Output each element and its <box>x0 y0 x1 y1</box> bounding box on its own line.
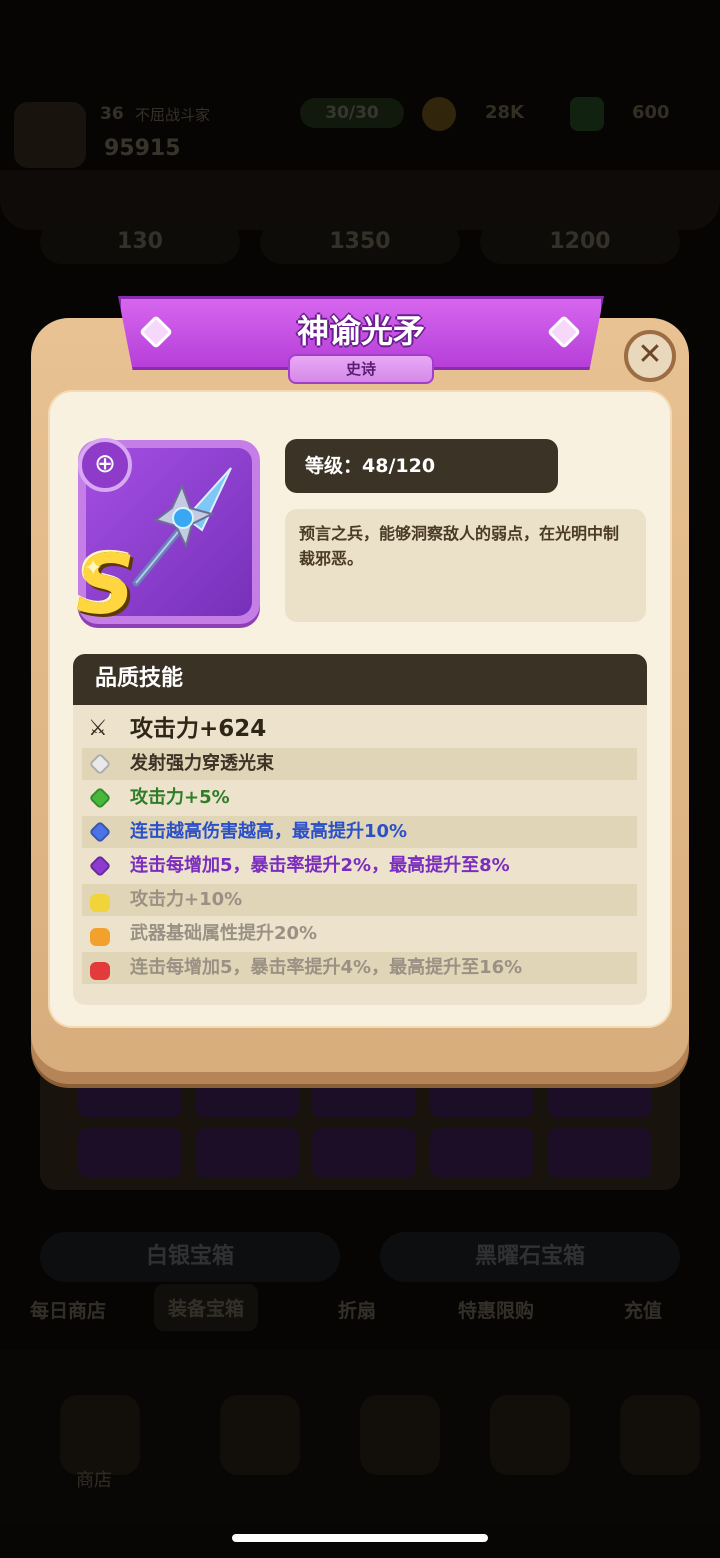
white-gem-icon <box>88 752 112 776</box>
skill-row: 连击每增加5，暴击率提升4%，最高提升至16% <box>82 952 637 984</box>
gem-icon <box>570 97 604 131</box>
avatar[interactable] <box>14 102 86 168</box>
skill-text: 连击越高伤害越高，最高提升10% <box>130 821 408 842</box>
gold-value: 28K <box>485 102 524 123</box>
stamina-pill[interactable]: 30/30 <box>300 98 404 128</box>
grid-slot[interactable] <box>548 1128 652 1178</box>
skill-row: 连击每增加5，暴击率提升2%，最高提升至8% <box>82 850 637 882</box>
home-indicator <box>232 1534 488 1542</box>
nav-icon[interactable] <box>220 1395 300 1475</box>
grid-slot[interactable] <box>78 1128 182 1178</box>
orange-lock-icon <box>90 928 110 946</box>
skill-text: 攻击力+10% <box>130 889 243 910</box>
grid-slot[interactable] <box>430 1128 534 1178</box>
sword-icon: ⚔ <box>88 716 108 741</box>
skill-text: 武器基础属性提升20% <box>130 923 318 944</box>
shop-nav-icon[interactable] <box>60 1395 140 1475</box>
base-attack-text: 攻击力+624 <box>130 716 267 742</box>
skill-row: 攻击力+5% <box>82 782 637 814</box>
close-icon: ✕ <box>637 337 663 372</box>
tab-recharge[interactable]: 充值 <box>624 1296 662 1323</box>
nav-icon[interactable] <box>360 1395 440 1475</box>
item-description: 预言之兵，能够洞察敌人的弱点，在光明中制裁邪恶。 <box>285 509 646 622</box>
skill-row: 攻击力+10% <box>82 884 637 916</box>
blue-gem-icon <box>88 820 112 844</box>
shop-nav-label: 商店 <box>76 1470 112 1491</box>
bottom-nav <box>0 1350 720 1558</box>
tab-equipment-chest[interactable]: 装备宝箱 <box>154 1284 259 1331</box>
power-value: 95915 <box>104 136 181 161</box>
bow-class-icon: ⊕ <box>78 438 132 492</box>
skills-header: 品质技能 <box>73 654 647 706</box>
skill-row: 武器基础属性提升20% <box>82 918 637 950</box>
silver-chest-button[interactable]: 白银宝箱 <box>40 1232 340 1282</box>
price-pill-3[interactable]: 1200 <box>480 220 680 264</box>
gold-icon <box>422 97 456 131</box>
player-level: 36 <box>100 104 124 124</box>
gem-value: 600 <box>632 102 670 123</box>
green-gem-icon <box>88 786 112 810</box>
red-lock-icon <box>90 962 110 980</box>
nav-icon[interactable] <box>620 1395 700 1475</box>
sparkle-icon: ✦ <box>84 556 103 581</box>
price-pill-2[interactable]: 1350 <box>260 220 460 264</box>
level-value: 48/120 <box>362 455 436 477</box>
level-label: 等级： <box>305 455 363 477</box>
tab-special-offers[interactable]: 特惠限购 <box>458 1296 534 1323</box>
rarity-badge: 史诗 <box>288 354 434 384</box>
player-name: 不屈战斗家 <box>135 106 211 124</box>
grid-slot[interactable] <box>312 1128 416 1178</box>
purple-gem-icon <box>88 854 112 878</box>
skill-row: 发射强力穿透光束 <box>82 748 637 780</box>
tab-fan[interactable]: 折扇 <box>338 1296 376 1323</box>
skill-text: 发射强力穿透光束 <box>130 753 274 774</box>
grid-slot[interactable] <box>195 1128 299 1178</box>
skill-row: 连击越高伤害越高，最高提升10% <box>82 816 637 848</box>
tab-daily-shop[interactable]: 每日商店 <box>30 1296 106 1323</box>
level-box: 等级：48/120 <box>285 439 558 493</box>
skill-text: 攻击力+5% <box>130 787 230 808</box>
screen: 36 不屈战斗家 95915 30/30 28K 600 130 1350 12… <box>0 0 720 1558</box>
obsidian-chest-button[interactable]: 黑曜石宝箱 <box>380 1232 680 1282</box>
yellow-lock-icon <box>90 894 110 912</box>
base-attack-stat: ⚔ 攻击力+624 <box>82 712 637 746</box>
price-pill-1[interactable]: 130 <box>40 220 240 264</box>
skill-text: 连击每增加5，暴击率提升4%，最高提升至16% <box>130 957 523 978</box>
close-button[interactable]: ✕ <box>624 330 676 382</box>
item-title: 神谕光矛 <box>296 312 425 350</box>
skill-text: 连击每增加5，暴击率提升2%，最高提升至8% <box>130 855 510 876</box>
nav-icon[interactable] <box>490 1395 570 1475</box>
